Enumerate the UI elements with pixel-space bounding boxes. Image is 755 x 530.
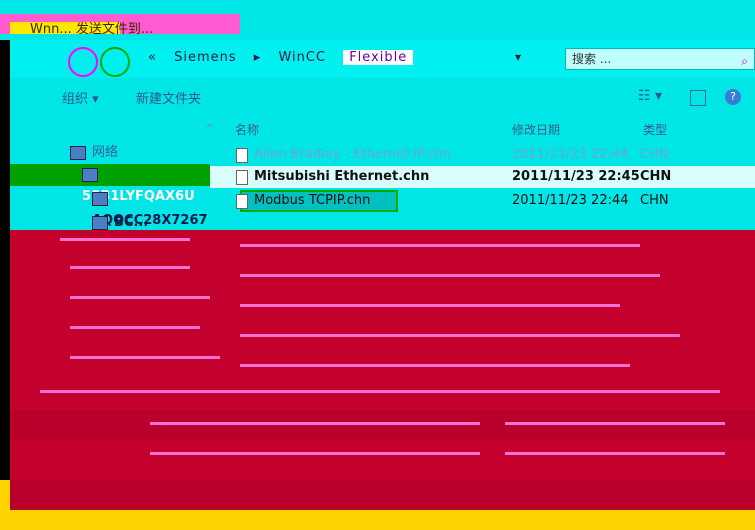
new-folder-button[interactable]: 新建文件夹 [136, 88, 201, 107]
column-date[interactable]: 修改日期 [512, 121, 560, 138]
breadcrumb-item[interactable]: « [148, 50, 157, 65]
glitch-region [10, 440, 755, 480]
glitch-stripe [240, 244, 640, 247]
glitch-region [10, 410, 755, 440]
glitch-stripe [240, 304, 620, 307]
organize-button[interactable]: 组织 ▾ [62, 88, 99, 107]
breadcrumb-item[interactable]: WinCC [278, 50, 326, 65]
chevron-down-icon[interactable]: ▾ [515, 50, 521, 64]
file-type: CHN [640, 193, 669, 208]
file-name: Allen Bradley - Ethernet IP.chn [254, 147, 451, 162]
glitch-stripe [60, 238, 190, 241]
file-type: CHN [640, 169, 672, 184]
view-options-button[interactable]: ☷ ▾ [638, 88, 662, 104]
back-button[interactable] [68, 47, 98, 77]
computer-icon [92, 215, 108, 230]
glitch-region [10, 230, 755, 410]
glitch-stripe [70, 326, 200, 329]
breadcrumb[interactable]: « Siemens ▸ WinCC Flexible [148, 50, 414, 65]
computer-icon [82, 167, 98, 182]
column-name[interactable]: 名称 [235, 121, 259, 138]
file-type: CHN [640, 147, 669, 162]
glitch-stripe [505, 422, 725, 425]
search-placeholder: 搜索 ... [572, 52, 612, 66]
file-name: Modbus TCPIP.chn [254, 193, 371, 208]
breadcrumb-item[interactable]: Siemens [174, 50, 237, 65]
glitch-stripe [150, 422, 480, 425]
glitch-stripe [240, 364, 630, 367]
file-icon [236, 194, 248, 209]
glitch-region [10, 480, 755, 510]
file-row-selected[interactable]: Modbus TCPIP.chn 2011/11/23 22:44 CHN [210, 190, 755, 212]
glitch-stripe [240, 274, 660, 277]
glitch-stripe [505, 452, 725, 455]
nav-item-computer[interactable]: AQOCC28X7267 [10, 188, 210, 228]
file-icon [236, 170, 248, 185]
glitch-stripe [40, 390, 720, 393]
search-input[interactable]: 搜索 ... ⌕ [565, 48, 755, 70]
navigation-pane: 网络 5SB1LYFQAX6U AQOCC28X7267 BC... [10, 140, 210, 230]
file-list: Allen Bradley - Ethernet IP.chn 2011/11/… [210, 140, 755, 230]
nav-label: BC... [114, 215, 149, 230]
breadcrumb-separator: ▸ [253, 50, 262, 65]
nav-item-computer[interactable]: 5SB1LYFQAX6U [10, 164, 210, 204]
file-icon [236, 148, 248, 163]
search-icon[interactable]: ⌕ [741, 51, 748, 71]
file-name: Mitsubishi Ethernet.chn [254, 169, 430, 184]
window-title: Wnn... 发送文件到... [30, 22, 154, 37]
glitch-stripe [70, 296, 210, 299]
network-icon [70, 145, 86, 160]
nav-label: 网络 [92, 145, 119, 160]
glitch-stripe [70, 356, 220, 359]
sort-arrow-icon: ^ [205, 122, 215, 135]
command-bar: 组织 ▾ 新建文件夹 ☷ ▾ ? [10, 78, 755, 118]
help-button[interactable]: ? [725, 89, 741, 105]
glitch-stripe [150, 452, 480, 455]
forward-button[interactable] [100, 47, 130, 77]
breadcrumb-current[interactable]: Flexible [343, 50, 414, 65]
file-row[interactable]: Allen Bradley - Ethernet IP.chn 2011/11/… [210, 144, 755, 166]
preview-pane-icon[interactable] [690, 90, 706, 106]
column-header: ^ 名称 修改日期 类型 [10, 118, 755, 140]
file-row[interactable]: Mitsubishi Ethernet.chn 2011/11/23 22:45… [210, 166, 755, 188]
glitch-stripe [240, 334, 680, 337]
column-type[interactable]: 类型 [643, 121, 667, 138]
file-date: 2011/11/23 22:44 [512, 193, 629, 208]
nav-item-network[interactable]: 网络 [10, 142, 210, 164]
address-bar: « Siemens ▸ WinCC Flexible ▾ 搜索 ... ⌕ [10, 40, 755, 78]
computer-icon [92, 191, 108, 206]
file-date: 2011/11/23 22:45 [512, 169, 640, 184]
glitch-stripe [70, 266, 190, 269]
file-date: 2011/11/23 22:44 [512, 147, 629, 162]
